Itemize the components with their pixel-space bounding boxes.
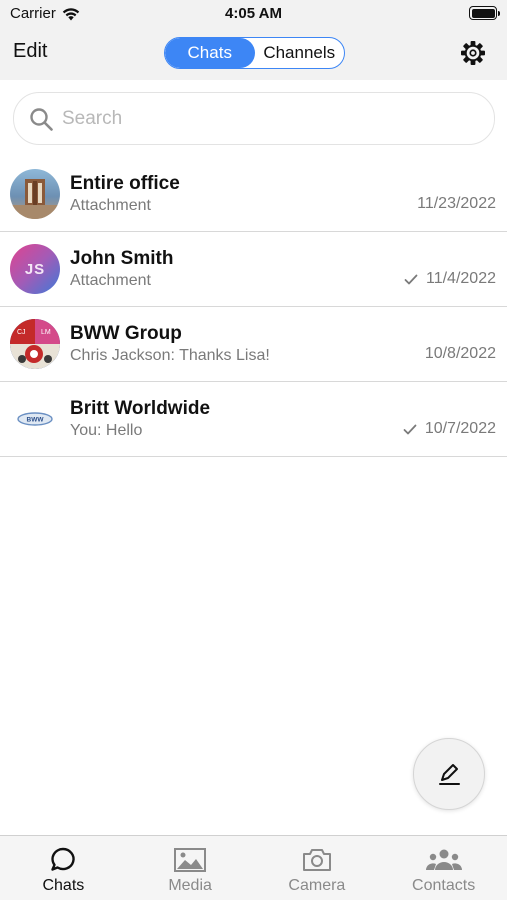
checkmark-icon — [404, 274, 418, 284]
chat-name: John Smith — [70, 248, 174, 269]
nav-bar: Edit Chats Channels — [0, 28, 507, 80]
chat-preview: You: Hello — [70, 422, 143, 439]
chat-preview: Chris Jackson: Thanks Lisa! — [70, 347, 270, 364]
bww-logo-text: BWW — [27, 417, 45, 424]
chat-row-britt-worldwide[interactable]: BWW Britt Worldwide You: Hello 10/7/2022 — [0, 382, 507, 457]
checkmark-icon — [403, 424, 417, 434]
chat-date: 10/8/2022 — [424, 345, 496, 362]
segment-chats[interactable]: Chats — [165, 38, 255, 68]
pencil-icon — [439, 764, 460, 785]
chat-preview: Attachment — [70, 272, 151, 289]
edit-button[interactable]: Edit — [13, 40, 47, 63]
tab-media[interactable]: Media — [127, 836, 254, 900]
tab-label: Contacts — [412, 877, 476, 894]
segment-channels[interactable]: Channels — [255, 38, 345, 68]
chat-list: Entire office Attachment 11/23/2022 JS J… — [0, 157, 507, 457]
battery-level — [471, 8, 495, 18]
chat-row-john-smith[interactable]: JS John Smith Attachment 11/4/2022 — [0, 232, 507, 307]
avatar — [10, 169, 60, 219]
chat-name: Entire office — [70, 173, 180, 194]
chat-bubble-icon — [51, 847, 76, 871]
tab-label: Camera — [288, 877, 346, 894]
chat-name: BWW Group — [70, 323, 182, 344]
tab-label: Media — [168, 877, 212, 894]
chat-meta: 11/23/2022 — [417, 195, 496, 213]
search-icon — [30, 108, 53, 131]
chat-date: 11/23/2022 — [417, 195, 496, 212]
tab-chats[interactable]: Chats — [0, 836, 127, 900]
status-time: 4:05 AM — [225, 5, 282, 22]
chat-name: Britt Worldwide — [70, 398, 211, 419]
chat-preview: Attachment — [70, 197, 151, 214]
camera-icon — [302, 849, 331, 871]
tab-label: Chats — [42, 877, 85, 894]
avatar-initials-lm: LM — [41, 329, 51, 336]
chat-date: 11/4/2022 — [426, 270, 496, 287]
chat-meta: 10/8/2022 — [425, 345, 496, 363]
chat-meta: 11/4/2022 — [404, 270, 496, 288]
group-photo-icon — [10, 179, 60, 219]
avatar: CJ LM — [10, 319, 60, 369]
chat-row-entire-office[interactable]: Entire office Attachment 11/23/2022 — [0, 157, 507, 232]
group-collage-icon: CJ LM — [10, 319, 60, 369]
search-bar — [13, 92, 495, 145]
search-input[interactable] — [62, 105, 482, 133]
bww-logo-icon: BWW — [17, 412, 53, 426]
chat-row-bww-group[interactable]: CJ LM BWW Group Chris Jackson: Thanks Li… — [0, 307, 507, 382]
tab-bar: Chats Media Camera Contacts — [0, 835, 507, 900]
avatar: BWW — [10, 394, 60, 444]
avatar: JS — [10, 244, 60, 294]
image-icon — [174, 848, 207, 872]
compose-button[interactable] — [413, 738, 485, 810]
tab-camera[interactable]: Camera — [254, 836, 381, 900]
status-bar: Carrier 4:05 AM — [0, 0, 507, 28]
chats-channels-segmented-control: Chats Channels — [164, 37, 345, 69]
avatar-initials-cj: CJ — [17, 329, 26, 336]
battery-icon — [469, 6, 500, 20]
tab-contacts[interactable]: Contacts — [380, 836, 507, 900]
people-icon — [425, 849, 462, 870]
gear-icon[interactable] — [459, 39, 487, 67]
chat-date: 10/7/2022 — [424, 420, 496, 437]
chat-meta: 10/7/2022 — [403, 420, 496, 438]
